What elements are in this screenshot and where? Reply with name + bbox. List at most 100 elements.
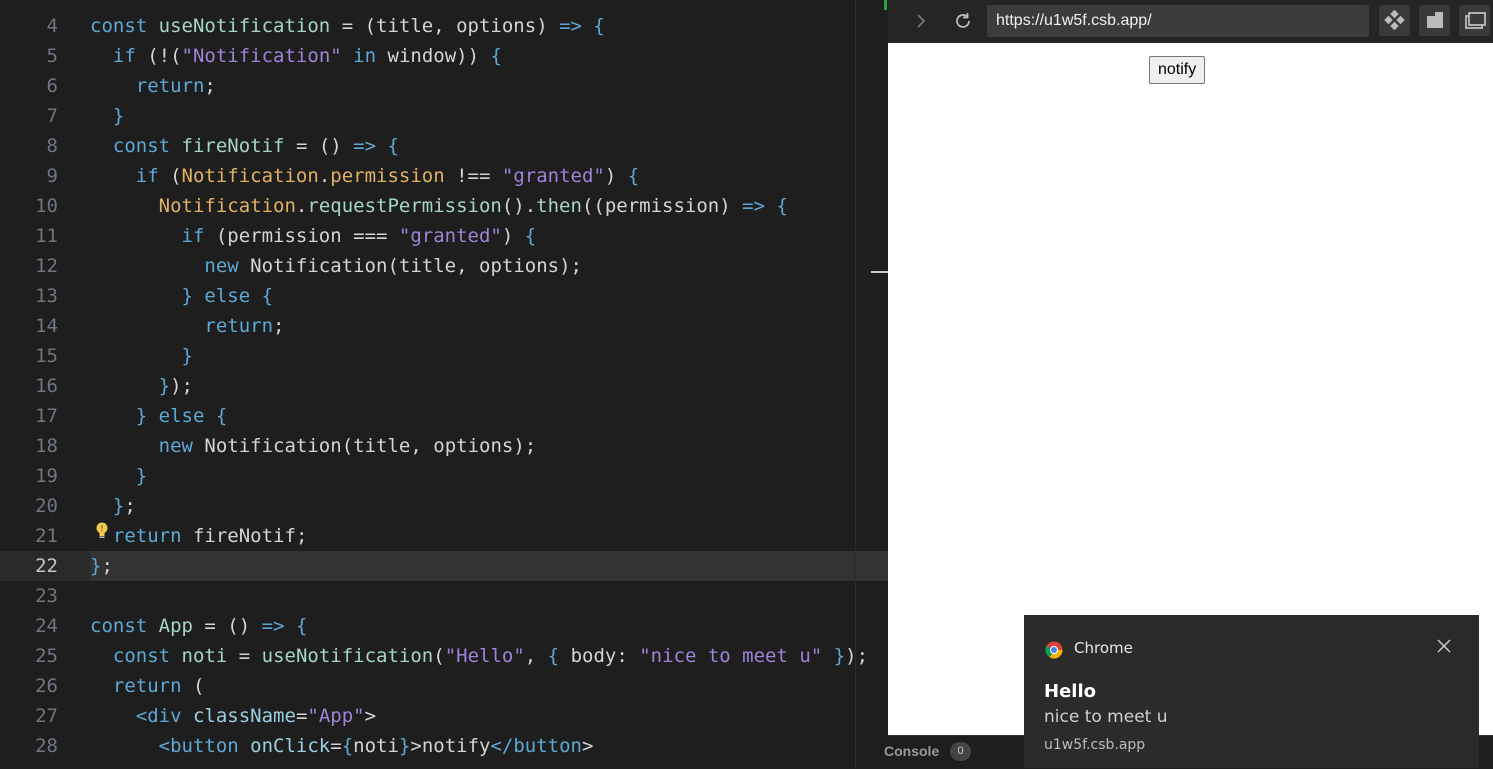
code-text[interactable]: }; bbox=[90, 491, 888, 521]
code-line[interactable]: 6 return; bbox=[0, 71, 888, 101]
code-line[interactable]: 16 }); bbox=[0, 371, 888, 401]
line-number: 18 bbox=[35, 435, 58, 457]
line-number: 12 bbox=[35, 255, 58, 277]
code-text[interactable]: const App = () => { bbox=[90, 611, 888, 641]
split-view-button[interactable] bbox=[1419, 5, 1450, 36]
code-text[interactable]: } else { bbox=[90, 401, 888, 431]
code-line[interactable]: 28 <button onClick={noti}>notify</button… bbox=[0, 731, 888, 761]
chrome-icon bbox=[1045, 641, 1063, 659]
line-number: 7 bbox=[46, 105, 58, 127]
code-line[interactable]: 23 bbox=[0, 581, 888, 611]
code-line-current[interactable]: 22}; bbox=[0, 551, 888, 581]
chevron-right-icon[interactable] bbox=[910, 10, 932, 32]
code-text[interactable]: if (permission === "granted") { bbox=[90, 221, 888, 251]
code-text[interactable]: const fireNotif = () => { bbox=[90, 131, 888, 161]
code-line[interactable]: 5 if (!("Notification" in window)) { bbox=[0, 41, 888, 71]
code-line[interactable]: 12 new Notification(title, options); bbox=[0, 251, 888, 281]
line-number: 22 bbox=[35, 555, 58, 577]
code-line[interactable]: 13 } else { bbox=[0, 281, 888, 311]
line-number: 19 bbox=[35, 465, 58, 487]
code-line[interactable]: 19 } bbox=[0, 461, 888, 491]
code-text[interactable]: const useNotification = (title, options)… bbox=[90, 11, 888, 41]
line-number: 26 bbox=[35, 675, 58, 697]
code-line[interactable]: 25 const noti = useNotification("Hello",… bbox=[0, 641, 888, 671]
url-input[interactable]: https://u1w5f.csb.app/ bbox=[987, 5, 1369, 37]
code-line[interactable]: 14 return; bbox=[0, 311, 888, 341]
notify-button[interactable]: notify bbox=[1149, 56, 1206, 84]
code-line[interactable]: 4 const useNotification = (title, options… bbox=[0, 11, 888, 41]
line-number: 25 bbox=[35, 645, 58, 667]
line-number: 15 bbox=[35, 345, 58, 367]
code-text[interactable]: return; bbox=[90, 71, 888, 101]
code-text[interactable]: <button onClick={noti}>notify</button> bbox=[90, 731, 888, 761]
code-line[interactable]: 17 } else { bbox=[0, 401, 888, 431]
code-line[interactable]: 15 } bbox=[0, 341, 888, 371]
code-line[interactable]: 18 new Notification(title, options); bbox=[0, 431, 888, 461]
open-window-button[interactable] bbox=[1459, 5, 1490, 36]
status-marker bbox=[884, 0, 887, 10]
new-window-icon bbox=[1465, 12, 1486, 29]
line-number: 4 bbox=[46, 15, 58, 37]
code-editor[interactable]: 4 const useNotification = (title, options… bbox=[0, 0, 888, 768]
code-line[interactable]: 7 } bbox=[0, 101, 888, 131]
line-number: 8 bbox=[46, 135, 58, 157]
code-line[interactable]: 21 return fireNotif; bbox=[0, 521, 888, 551]
line-number: 11 bbox=[35, 225, 58, 247]
code-text[interactable]: }; bbox=[90, 551, 888, 581]
line-number: 14 bbox=[35, 315, 58, 337]
code-line[interactable]: 11 if (permission === "granted") { bbox=[0, 221, 888, 251]
code-text[interactable]: } bbox=[90, 341, 888, 371]
line-number: 6 bbox=[46, 75, 58, 97]
code-text[interactable]: return ( bbox=[90, 671, 888, 701]
split-view-icon bbox=[1427, 12, 1443, 28]
close-icon[interactable] bbox=[1435, 637, 1453, 655]
line-number: 28 bbox=[35, 735, 58, 757]
notification-app-name: Chrome bbox=[1074, 639, 1133, 657]
code-line[interactable]: 10 Notification.requestPermission().then… bbox=[0, 191, 888, 221]
editor-divider bbox=[855, 0, 856, 768]
console-count-badge: 0 bbox=[950, 742, 971, 761]
browser-toolbar: https://u1w5f.csb.app/ bbox=[888, 0, 1493, 42]
code-line[interactable]: 27 <div className="App"> bbox=[0, 701, 888, 731]
line-number: 9 bbox=[46, 165, 58, 187]
line-number: 16 bbox=[35, 375, 58, 397]
code-text[interactable]: }); bbox=[90, 371, 888, 401]
notification-title: Hello bbox=[1044, 681, 1096, 702]
code-line[interactable]: 8 const fireNotif = () => { bbox=[0, 131, 888, 161]
line-number: 23 bbox=[35, 585, 58, 607]
line-number: 10 bbox=[35, 195, 58, 217]
code-text[interactable]: const noti = useNotification("Hello", { … bbox=[90, 641, 888, 671]
codesandbox-button[interactable] bbox=[1379, 5, 1410, 36]
line-number: 5 bbox=[46, 45, 58, 67]
code-text[interactable]: if (Notification.permission !== "granted… bbox=[90, 161, 888, 191]
code-text[interactable]: new Notification(title, options); bbox=[90, 431, 888, 461]
line-number: 17 bbox=[35, 405, 58, 427]
code-text[interactable]: return fireNotif; bbox=[90, 521, 888, 551]
notification-origin: u1w5f.csb.app bbox=[1044, 737, 1146, 753]
line-number: 21 bbox=[35, 525, 58, 547]
code-line[interactable]: 9 if (Notification.permission !== "grant… bbox=[0, 161, 888, 191]
code-line[interactable]: 24 const App = () => { bbox=[0, 611, 888, 641]
code-text[interactable]: } bbox=[90, 461, 888, 491]
lightbulb-icon[interactable]: ! bbox=[95, 522, 109, 540]
scrollbar-marker[interactable] bbox=[871, 271, 888, 273]
code-text[interactable]: } else { bbox=[90, 281, 888, 311]
notification-body: nice to meet u bbox=[1044, 707, 1168, 727]
code-text[interactable]: new Notification(title, options); bbox=[90, 251, 888, 281]
code-text[interactable]: return; bbox=[90, 311, 888, 341]
system-notification[interactable]: Chrome Hello nice to meet u u1w5f.csb.ap… bbox=[1024, 615, 1479, 768]
code-text[interactable]: <div className="App"> bbox=[90, 701, 888, 731]
code-text[interactable]: if (!("Notification" in window)) { bbox=[90, 41, 888, 71]
code-text[interactable]: Notification.requestPermission().then((p… bbox=[90, 191, 888, 221]
line-number: 27 bbox=[35, 705, 58, 727]
diamond-grid-icon bbox=[1384, 9, 1405, 31]
line-number: 13 bbox=[35, 285, 58, 307]
reload-icon[interactable] bbox=[952, 10, 974, 32]
svg-text:!: ! bbox=[100, 524, 103, 533]
console-tab-label[interactable]: Console bbox=[884, 743, 939, 759]
code-line[interactable]: 26 return ( bbox=[0, 671, 888, 701]
code-text[interactable]: } bbox=[90, 101, 888, 131]
line-number: 20 bbox=[35, 495, 58, 517]
line-number: 24 bbox=[35, 615, 58, 637]
code-line[interactable]: 20 }; bbox=[0, 491, 888, 521]
